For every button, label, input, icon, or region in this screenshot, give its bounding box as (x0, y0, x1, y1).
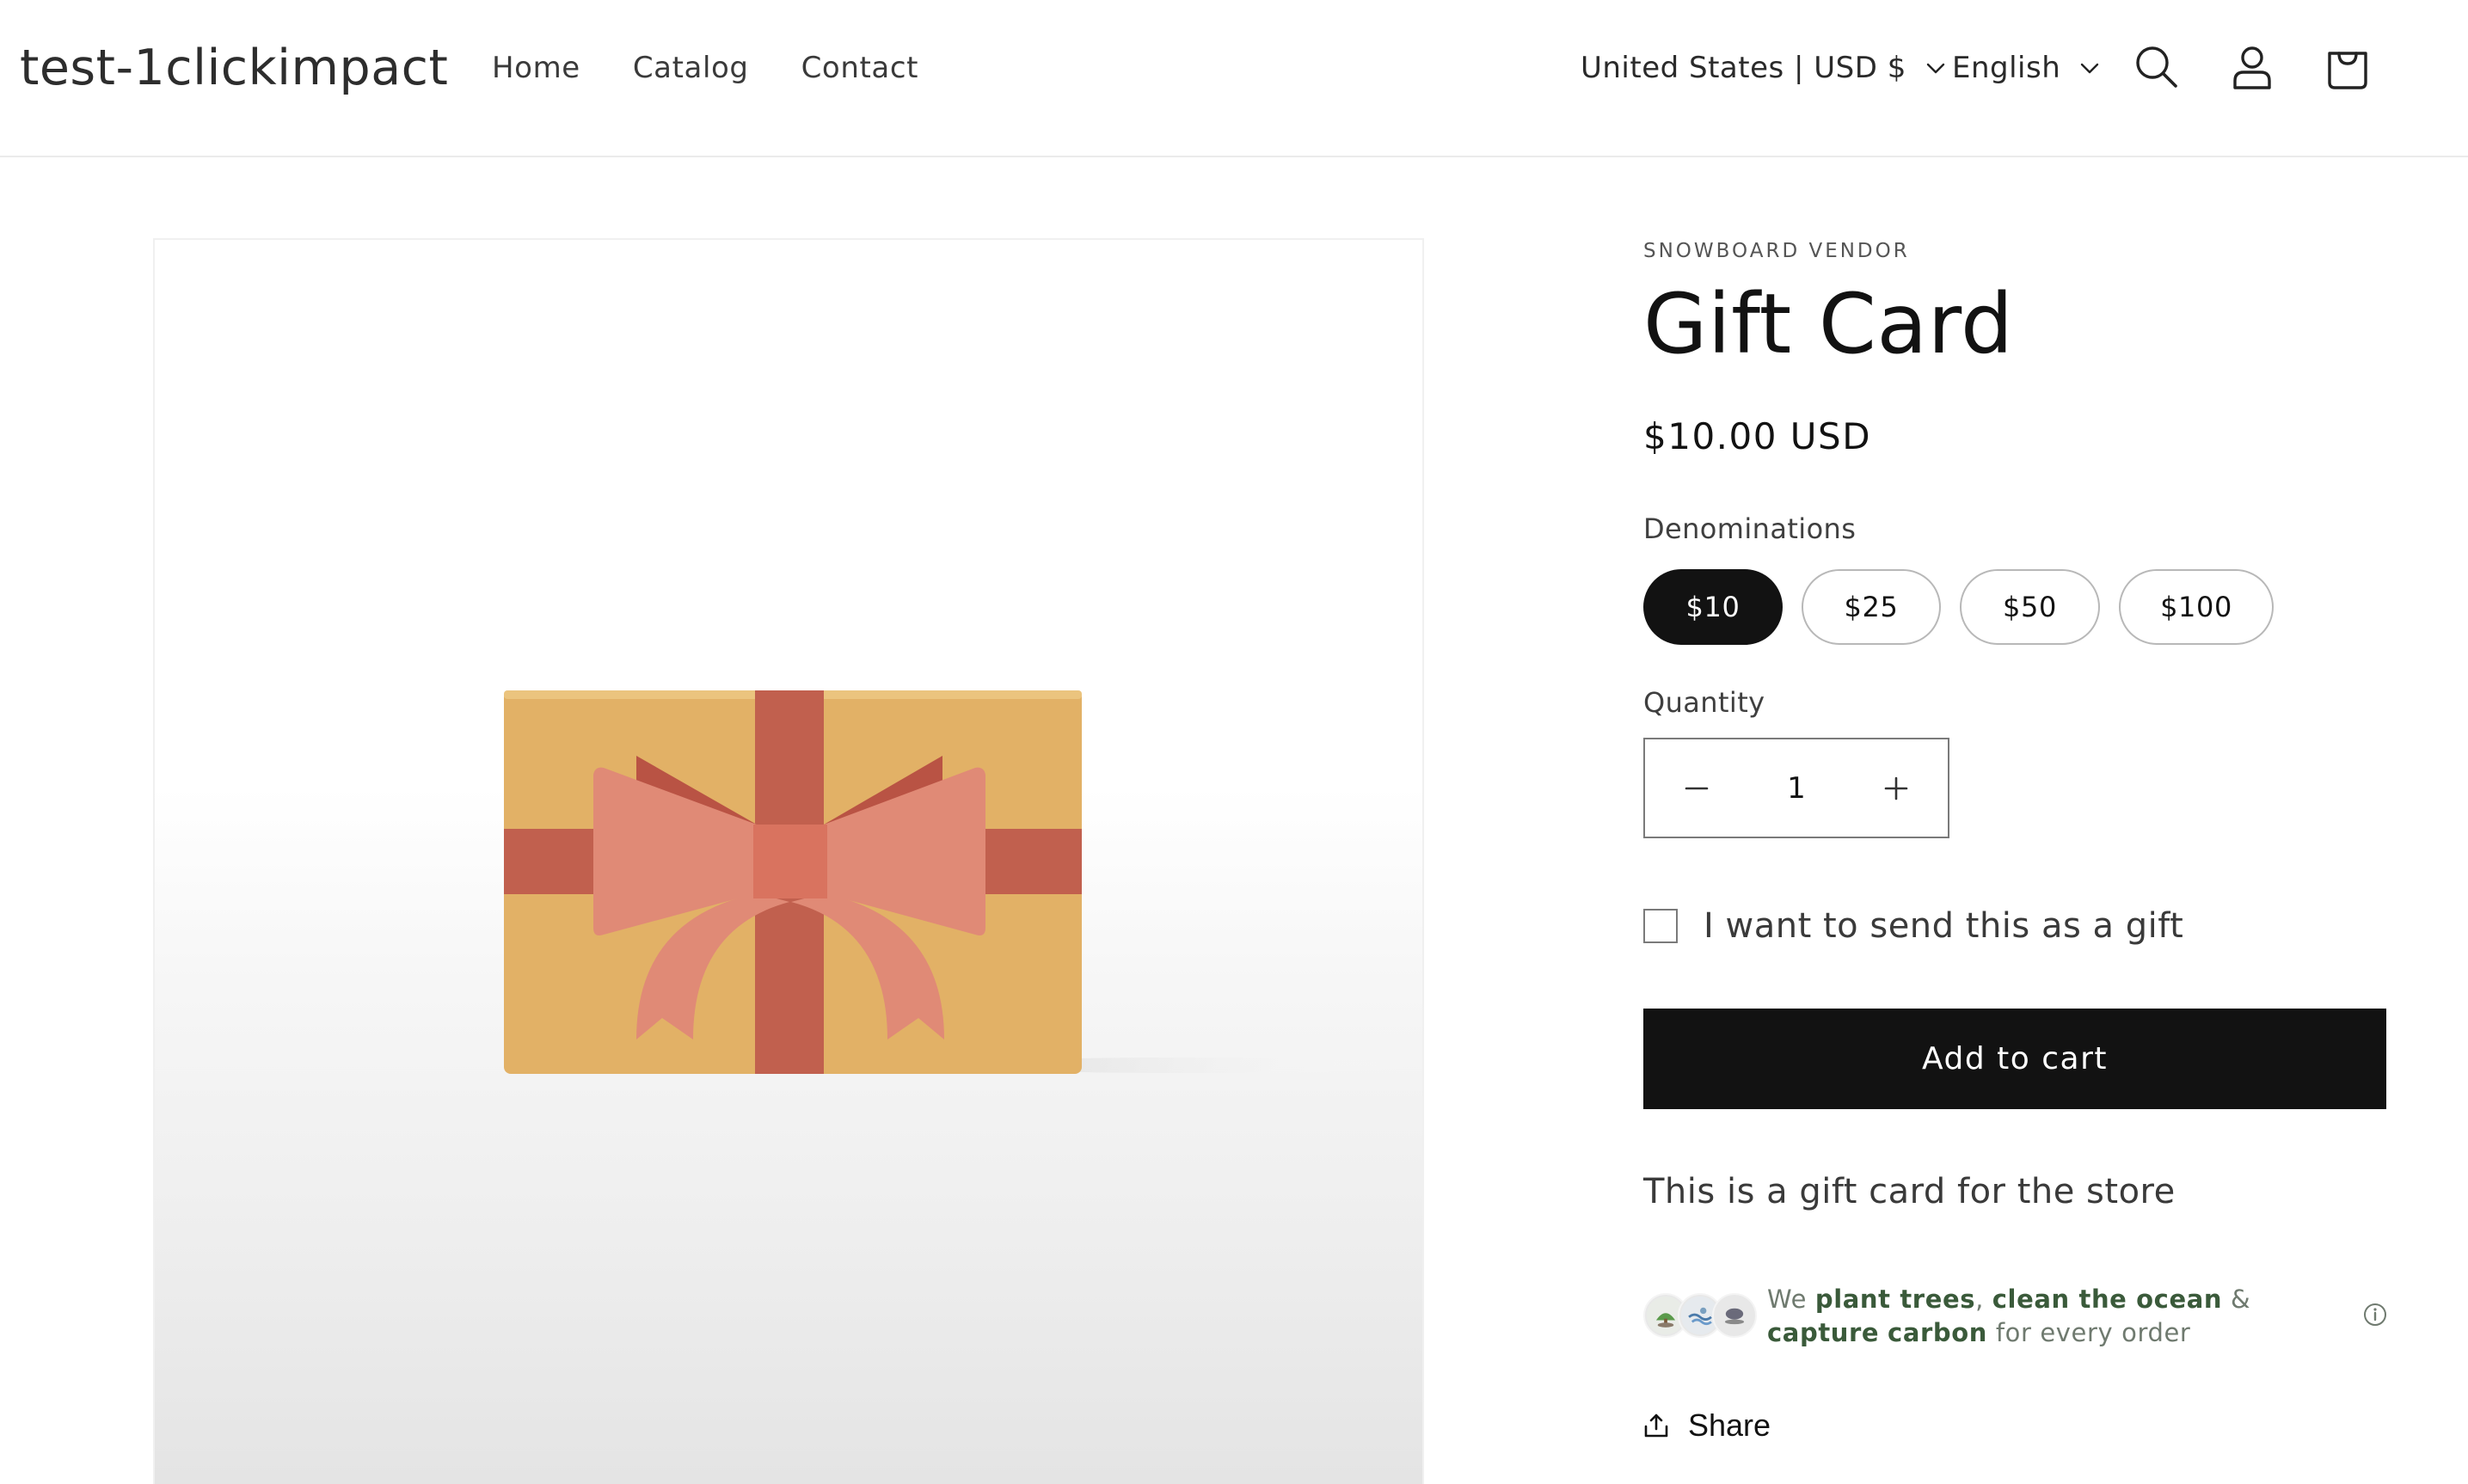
nav-contact[interactable]: Contact (801, 50, 918, 86)
country-selector[interactable]: United States | USD $ (1581, 50, 1946, 86)
chevron-down-icon (2081, 63, 2099, 74)
nav-home[interactable]: Home (492, 50, 580, 86)
impact-ampersand: & (2230, 1285, 2251, 1314)
share-button[interactable]: Share (1643, 1406, 1771, 1445)
product-image[interactable] (153, 238, 1424, 1484)
gift-option[interactable]: I want to send this as a gift (1643, 904, 2183, 948)
chevron-down-icon (1926, 63, 1945, 74)
share-icon (1644, 1413, 1668, 1438)
info-icon[interactable] (2362, 1302, 2388, 1328)
main-nav: Home Catalog Contact (492, 50, 971, 86)
share-label: Share (1688, 1407, 1771, 1443)
country-selector-label: United States | USD $ (1581, 51, 1906, 85)
denominations-label: Denominations (1643, 512, 1857, 545)
denomination-options: $10 $25 $50 $100 (1643, 569, 2293, 645)
impact-we: We (1767, 1285, 1808, 1314)
language-selector-label: English (1952, 51, 2061, 85)
impact-banner: We plant trees, clean the ocean & captur… (1643, 1283, 2386, 1360)
product-title: Gift Card (1643, 276, 2014, 372)
carbon-icon (1712, 1293, 1757, 1338)
account-icon[interactable] (2226, 41, 2278, 93)
impact-icons (1643, 1293, 1764, 1341)
quantity-input[interactable]: 1 (1748, 739, 1845, 837)
product-vendor: SNOWBOARD VENDOR (1643, 240, 1910, 262)
impact-suffix: for every order (1995, 1318, 2191, 1347)
impact-comma: , (1975, 1285, 1984, 1314)
search-icon[interactable] (2131, 41, 2183, 93)
impact-capture: capture (1767, 1318, 1880, 1347)
plus-icon (1884, 776, 1908, 800)
minus-icon (1685, 787, 1709, 789)
gift-checkbox[interactable] (1643, 909, 1678, 943)
denomination-option-25[interactable]: $25 (1802, 569, 1941, 645)
impact-plant-trees: plant trees (1814, 1285, 1976, 1314)
impact-carbon: carbon (1888, 1318, 1988, 1347)
cart-icon[interactable] (2322, 41, 2373, 93)
quantity-stepper: 1 (1643, 738, 1949, 838)
gift-checkbox-label: I want to send this as a gift (1704, 906, 2184, 946)
impact-clean-ocean: clean the ocean (1992, 1285, 2223, 1314)
product-description: This is a gift card for the store (1643, 1172, 2176, 1211)
denomination-option-10[interactable]: $10 (1643, 569, 1783, 645)
add-to-cart-button[interactable]: Add to cart (1643, 1009, 2386, 1109)
nav-catalog[interactable]: Catalog (633, 50, 749, 86)
quantity-label: Quantity (1643, 686, 1765, 719)
store-logo[interactable]: test-1clickimpact (20, 38, 448, 98)
impact-message: We plant trees, clean the ocean & captur… (1767, 1283, 2318, 1350)
quantity-decrease-button[interactable] (1645, 739, 1748, 837)
quantity-increase-button[interactable] (1845, 739, 1948, 837)
product-price: $10.00 USD (1643, 415, 1872, 457)
denomination-option-100[interactable]: $100 (2119, 569, 2274, 645)
denomination-option-50[interactable]: $50 (1960, 569, 2100, 645)
site-header: test-1clickimpact Home Catalog Contact U… (0, 0, 2468, 157)
language-selector[interactable]: English (1952, 50, 2100, 86)
gift-card-illustration (504, 690, 1422, 1074)
